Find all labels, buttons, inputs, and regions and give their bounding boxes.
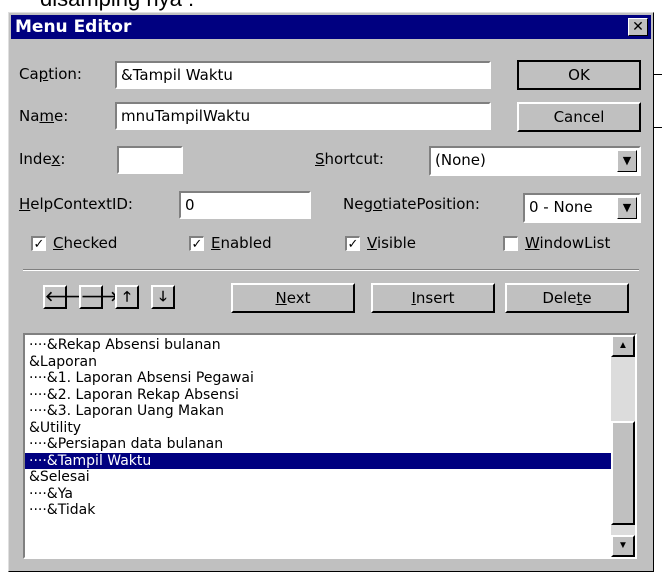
insert-button[interactable]: Insert xyxy=(371,283,495,313)
index-label: Index: xyxy=(19,150,66,168)
checked-checkbox[interactable]: ✓ xyxy=(31,236,46,251)
next-button[interactable]: Next xyxy=(231,283,355,313)
visible-checkbox[interactable]: ✓ xyxy=(345,236,360,251)
list-item[interactable]: &Laporan xyxy=(25,354,611,371)
list-item[interactable]: ····&Persiapan data bulanan xyxy=(25,436,611,453)
move-up-icon[interactable]: 🡑 xyxy=(115,285,139,309)
ok-button[interactable]: OK xyxy=(517,60,641,90)
chevron-down-icon[interactable]: ▼ xyxy=(617,150,637,172)
close-icon[interactable]: ✕ xyxy=(628,18,648,36)
delete-button[interactable]: Delete xyxy=(505,283,629,313)
negotiateposition-value: 0 - None xyxy=(529,198,593,216)
visible-label: Visible xyxy=(367,234,417,252)
scrollbar-thumb[interactable] xyxy=(611,421,635,525)
windowlist-label: WindowList xyxy=(525,234,611,252)
separator xyxy=(23,269,639,271)
negotiateposition-select[interactable]: 0 - None ▼ xyxy=(523,193,641,223)
windowlist-checkbox[interactable] xyxy=(503,236,518,251)
shortcut-label: Shortcut: xyxy=(315,150,384,168)
move-left-icon[interactable]: 🡐 xyxy=(43,285,83,309)
caption-input[interactable]: &Tampil Waktu xyxy=(115,61,491,89)
checked-label: Checked xyxy=(53,234,118,252)
list-item[interactable]: ····&3. Laporan Uang Makan xyxy=(25,403,611,420)
list-item[interactable]: ····&1. Laporan Absensi Pegawai xyxy=(25,370,611,387)
name-input[interactable]: mnuTampilWaktu xyxy=(115,102,491,130)
window-title: Menu Editor xyxy=(15,17,132,37)
list-item[interactable]: &Utility xyxy=(25,420,611,437)
cancel-button[interactable]: Cancel xyxy=(517,102,641,132)
name-label: Name: xyxy=(19,107,69,125)
helpcontextid-input[interactable]: 0 xyxy=(179,191,311,219)
caption-label: Caption: xyxy=(19,65,82,83)
move-down-icon[interactable]: 🡓 xyxy=(151,285,175,309)
menu-item-list[interactable]: ····&Rekap Absensi bulanan &Laporan ····&1… xyxy=(23,333,637,559)
vertical-scrollbar[interactable]: ▲ ▼ xyxy=(611,335,635,557)
negotiateposition-label: NegotiatePosition: xyxy=(343,195,480,213)
enabled-label: Enabled xyxy=(211,234,272,252)
index-input[interactable] xyxy=(117,146,183,174)
list-item[interactable]: ····&Tidak xyxy=(25,502,611,519)
scroll-up-icon[interactable]: ▲ xyxy=(611,335,635,357)
above-page-text: disamping nya : xyxy=(40,0,194,12)
list-item[interactable]: ····&Rekap Absensi bulanan xyxy=(25,337,611,354)
chevron-down-icon[interactable]: ▼ xyxy=(617,197,637,219)
enabled-checkbox[interactable]: ✓ xyxy=(189,236,204,251)
list-item[interactable]: ····&2. Laporan Rekap Absensi xyxy=(25,387,611,404)
menu-editor-dialog: Menu Editor ✕ Caption: &Tampil Waktu Nam… xyxy=(8,12,654,572)
list-item[interactable]: ····&Tampil Waktu xyxy=(25,452,611,469)
move-right-icon[interactable]: 🡒 xyxy=(79,285,119,309)
scroll-down-icon[interactable]: ▼ xyxy=(611,535,635,557)
helpcontextid-label: HelpContextID: xyxy=(19,195,133,213)
shortcut-value: (None) xyxy=(435,151,486,169)
list-item[interactable]: &Selesai xyxy=(25,469,611,486)
title-bar: Menu Editor ✕ xyxy=(11,15,651,39)
list-item[interactable]: ····&Ya xyxy=(25,486,611,503)
shortcut-select[interactable]: (None) ▼ xyxy=(429,146,641,176)
